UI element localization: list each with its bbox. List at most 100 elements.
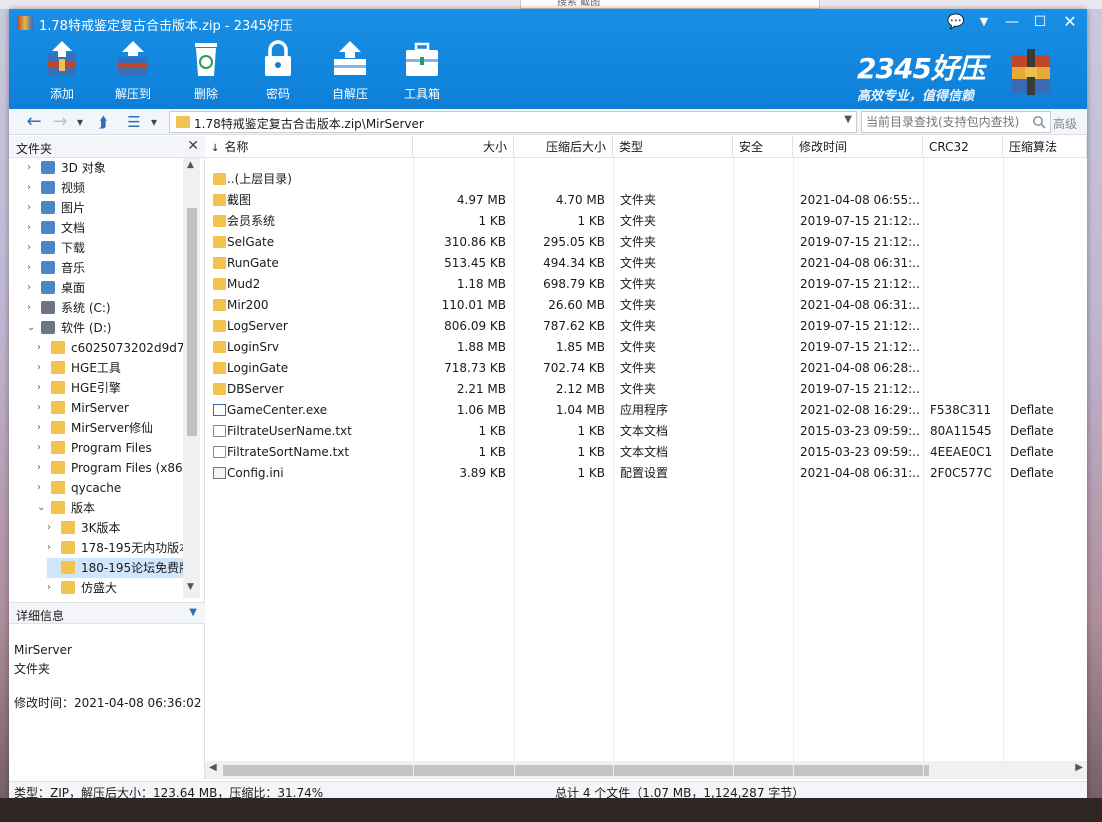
view-mode-dropdown[interactable]: ▾: [147, 112, 161, 132]
chevron-down-icon[interactable]: ▼: [844, 114, 852, 125]
tree-item[interactable]: › MirServer: [37, 398, 183, 418]
tree-item[interactable]: › 音乐: [27, 258, 183, 278]
table-row[interactable]: 会员系统 1 KB 1 KB 文件夹 2019-07-15 21:12:...: [205, 211, 1087, 232]
table-row[interactable]: Mir200 110.01 MB 26.60 MB 文件夹 2021-04-08 06:…: [205, 295, 1087, 316]
table-row[interactable]: RunGate 513.45 KB 494.34 KB 文件夹 2021-04-08 0…: [205, 253, 1087, 274]
scroll-right-icon[interactable]: ▶: [1075, 762, 1083, 773]
minimize-button[interactable]: —: [999, 11, 1025, 33]
back-button[interactable]: ←: [23, 112, 45, 132]
table-row[interactable]: FiltrateSortName.txt 1 KB 1 KB 文本文档 2015-03-…: [205, 442, 1087, 463]
tree-item[interactable]: › HGE工具: [37, 358, 183, 378]
scroll-left-icon[interactable]: ◀: [209, 762, 217, 773]
table-row[interactable]: Config.ini 3.89 KB 1 KB 配置设置 2021-04-08 06:3…: [205, 463, 1087, 484]
tree-item[interactable]: › 3K版本: [47, 518, 183, 538]
table-row[interactable]: Mud2 1.18 MB 698.79 KB 文件夹 2019-07-15 21:12:…: [205, 274, 1087, 295]
chevron-right-icon[interactable]: ›: [37, 438, 49, 458]
chevron-right-icon[interactable]: ›: [27, 198, 39, 218]
tree-item[interactable]: ⌄ 软件 (D:): [27, 318, 183, 338]
chevron-right-icon[interactable]: ›: [47, 538, 59, 558]
chevron-right-icon[interactable]: ›: [37, 378, 49, 398]
view-mode-button[interactable]: ☰: [123, 112, 145, 132]
tree-item[interactable]: › MirServer修仙: [37, 418, 183, 438]
tree-item[interactable]: › Program Files (x86): [37, 458, 183, 478]
tree-item[interactable]: › 视频: [27, 178, 183, 198]
search-input[interactable]: [862, 112, 1030, 132]
column-header-name[interactable]: ↓ 名称: [205, 136, 413, 158]
extract-to-button[interactable]: 解压到: [103, 39, 163, 105]
table-row[interactable]: LoginGate 718.73 KB 702.74 KB 文件夹 2021-04-08…: [205, 358, 1087, 379]
tree-item[interactable]: › 下载: [27, 238, 183, 258]
close-icon[interactable]: ✕: [187, 138, 199, 154]
chevron-right-icon[interactable]: ›: [27, 218, 39, 238]
table-row[interactable]: ..(上层目录): [205, 169, 1087, 190]
chevron-right-icon[interactable]: ›: [37, 338, 49, 358]
search-icon[interactable]: [1032, 115, 1046, 129]
table-row[interactable]: DBServer 2.21 MB 2.12 MB 文件夹 2019-07-15 21:1…: [205, 379, 1087, 400]
table-row[interactable]: LoginSrv 1.88 MB 1.85 MB 文件夹 2019-07-15 21:1…: [205, 337, 1087, 358]
tree-item[interactable]: › c6025073202d9d7f5: [37, 338, 183, 358]
delete-button[interactable]: 删除: [176, 39, 236, 105]
table-row[interactable]: FiltrateUserName.txt 1 KB 1 KB 文本文档 2015-03-…: [205, 421, 1087, 442]
chevron-right-icon[interactable]: ›: [27, 178, 39, 198]
chevron-down-icon[interactable]: ▼: [189, 607, 197, 618]
detail-header[interactable]: 详细信息 ▼: [9, 602, 205, 624]
tree-item[interactable]: › 桌面: [27, 278, 183, 298]
scroll-down-icon[interactable]: ▼: [187, 582, 194, 592]
password-button[interactable]: 密码: [248, 39, 308, 105]
chevron-right-icon[interactable]: ›: [37, 398, 49, 418]
folder-tree-scrollbar[interactable]: ▲ ▼: [183, 158, 200, 598]
tree-item[interactable]: › 178-195无内功版本: [47, 538, 183, 558]
add-button[interactable]: 添加: [32, 39, 92, 105]
chevron-right-icon[interactable]: ›: [37, 478, 49, 498]
column-header-crc[interactable]: CRC32: [923, 136, 1003, 158]
chevron-right-icon[interactable]: ›: [37, 358, 49, 378]
chevron-right-icon[interactable]: ›: [27, 238, 39, 258]
scroll-up-icon[interactable]: ▲: [187, 160, 194, 170]
history-dropdown[interactable]: ▾: [73, 112, 87, 132]
close-button[interactable]: ✕: [1057, 11, 1083, 33]
tree-item[interactable]: › 3D 对象: [27, 158, 183, 178]
chevron-right-icon[interactable]: ›: [27, 298, 39, 318]
chevron-down-icon[interactable]: ⌄: [27, 318, 39, 338]
chevron-right-icon[interactable]: ›: [37, 458, 49, 478]
chevron-right-icon[interactable]: ›: [27, 278, 39, 298]
column-header-security[interactable]: 安全: [733, 136, 793, 158]
column-header-method[interactable]: 压缩算法: [1003, 136, 1087, 158]
tree-item[interactable]: › 文档: [27, 218, 183, 238]
tree-item[interactable]: 180-195论坛免费版: [47, 558, 183, 578]
column-header-modified[interactable]: 修改时间: [793, 136, 923, 158]
table-row[interactable]: SelGate 310.86 KB 295.05 KB 文件夹 2019-07-15 2…: [205, 232, 1087, 253]
horizontal-scrollbar[interactable]: ◀ ▶: [205, 761, 1087, 779]
toolbox-button[interactable]: 工具箱: [392, 39, 452, 105]
column-header-size[interactable]: 大小: [413, 136, 514, 158]
path-field[interactable]: 1.78特戒鉴定复古合击版本.zip\MirServer ▼: [169, 111, 857, 133]
tree-item[interactable]: › HGE引擎: [37, 378, 183, 398]
up-level-button[interactable]: ⮭: [91, 112, 115, 132]
tree-item[interactable]: › 系统 (C:): [27, 298, 183, 318]
column-header-type[interactable]: 类型: [613, 136, 733, 158]
tree-item[interactable]: › 仿盛大: [47, 578, 183, 598]
menu-dropdown-icon[interactable]: ▼: [971, 11, 997, 33]
table-row[interactable]: GameCenter.exe 1.06 MB 1.04 MB 应用程序 2021-02-…: [205, 400, 1087, 421]
forward-button[interactable]: →: [49, 112, 71, 132]
tree-item[interactable]: › 图片: [27, 198, 183, 218]
table-row[interactable]: 截图 4.97 MB 4.70 MB 文件夹 2021-04-08 06:55:...: [205, 190, 1087, 211]
chevron-right-icon[interactable]: ›: [47, 578, 59, 598]
feedback-icon[interactable]: 💬: [943, 11, 969, 33]
column-header-packed[interactable]: 压缩后大小: [514, 136, 613, 158]
maximize-button[interactable]: ☐: [1027, 11, 1053, 33]
tree-item[interactable]: › Program Files: [37, 438, 183, 458]
chevron-down-icon[interactable]: ⌄: [37, 498, 49, 518]
tree-item[interactable]: ⌄ 版本: [37, 498, 183, 518]
tree-item[interactable]: › qycache: [37, 478, 183, 498]
chevron-right-icon[interactable]: ›: [37, 418, 49, 438]
scroll-thumb[interactable]: [187, 208, 197, 436]
chevron-right-icon[interactable]: ›: [47, 518, 59, 538]
table-row[interactable]: LogServer 806.09 KB 787.62 KB 文件夹 2019-07-15…: [205, 316, 1087, 337]
self-extract-button[interactable]: 自解压: [320, 39, 380, 105]
cell-size: 1.18 MB: [456, 277, 506, 291]
chevron-right-icon[interactable]: ›: [27, 158, 39, 178]
scroll-thumb[interactable]: [223, 765, 929, 776]
chevron-right-icon[interactable]: ›: [27, 258, 39, 278]
advanced-search-link[interactable]: 高级: [1053, 115, 1077, 132]
